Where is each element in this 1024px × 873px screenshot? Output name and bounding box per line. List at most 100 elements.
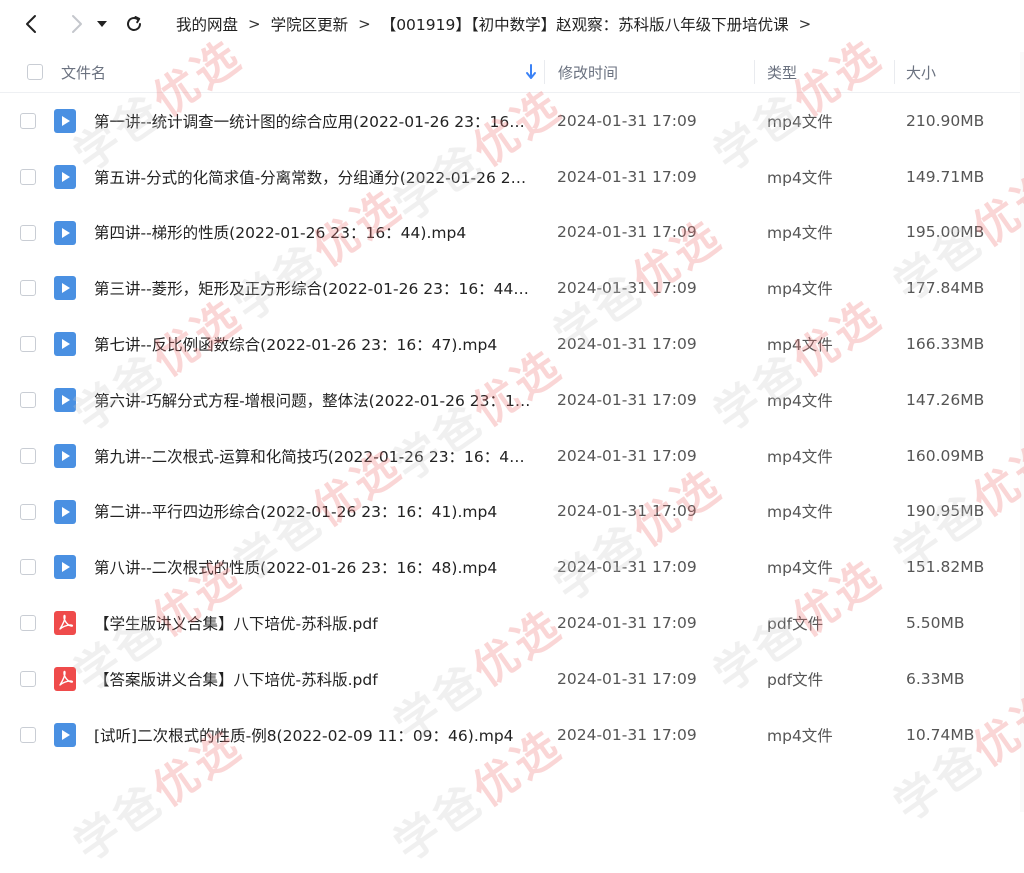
file-name[interactable]: 【学生版讲义合集】八下培优-苏科版.pdf xyxy=(94,595,534,651)
watermark-prefix: 学爸 xyxy=(65,774,174,872)
file-size: 6.33MB xyxy=(906,669,965,688)
breadcrumb-item-college-updates[interactable]: 学院区更新 xyxy=(271,13,349,35)
file-modified-time: 2024-01-31 17:09 xyxy=(557,390,697,409)
file-row[interactable]: 第四讲--梯形的性质(2022-01-26 23：16：44).mp4 2024… xyxy=(0,205,1020,261)
row-checkbox[interactable] xyxy=(20,336,36,353)
row-checkbox[interactable] xyxy=(20,559,36,576)
column-divider[interactable] xyxy=(754,60,755,84)
breadcrumb: 我的网盘 > 学院区更新 > 【001919】【初中数学】赵观察：苏科版八年级下… xyxy=(176,13,821,35)
file-row[interactable]: 第二讲--平行四边形综合(2022-01-26 23：16：41).mp4 20… xyxy=(0,484,1020,540)
file-modified-time: 2024-01-31 17:09 xyxy=(557,725,697,744)
file-type: mp4文件 xyxy=(767,280,833,299)
file-name[interactable]: 第八讲--二次根式的性质(2022-01-26 23：16：48).mp4 xyxy=(94,539,534,595)
forward-button[interactable] xyxy=(60,8,92,40)
video-file-icon xyxy=(54,276,76,301)
file-size: 177.84MB xyxy=(906,279,985,298)
file-modified-time: 2024-01-31 17:09 xyxy=(557,223,697,242)
row-checkbox[interactable] xyxy=(20,447,36,464)
video-file-icon xyxy=(54,555,76,580)
file-type: mp4文件 xyxy=(767,726,833,745)
video-file-icon xyxy=(54,387,76,412)
video-file-icon xyxy=(54,722,76,747)
file-size: 166.33MB xyxy=(906,335,985,354)
video-file-icon xyxy=(54,164,76,189)
column-header-type[interactable]: 类型 xyxy=(767,52,797,92)
chevron-left-icon xyxy=(26,15,36,33)
file-name[interactable]: 第七讲--反比例函数综合(2022-01-26 23：16：47).mp4 xyxy=(94,316,534,372)
column-divider[interactable] xyxy=(894,60,895,84)
file-type: mp4文件 xyxy=(767,336,833,355)
file-type: pdf文件 xyxy=(767,670,824,689)
file-row[interactable]: 第七讲--反比例函数综合(2022-01-26 23：16：47).mp4 20… xyxy=(0,316,1020,372)
file-row[interactable]: 【答案版讲义合集】八下培优-苏科版.pdf 2024-01-31 17:09 p… xyxy=(0,651,1020,707)
file-row[interactable]: 第五讲-分式的化简求值-分离常数，分组通分(2022-01-26 23：16：4… xyxy=(0,149,1020,205)
row-checkbox[interactable] xyxy=(20,726,36,743)
breadcrumb-item-current-folder[interactable]: 【001919】【初中数学】赵观察：苏科版八年级下册培优课 xyxy=(381,13,789,35)
file-size: 151.82MB xyxy=(906,558,985,577)
file-modified-time: 2024-01-31 17:09 xyxy=(557,558,697,577)
file-size: 195.00MB xyxy=(906,223,985,242)
breadcrumb-more-icon[interactable]: > xyxy=(799,15,812,33)
breadcrumb-separator-icon: > xyxy=(248,15,261,33)
watermark-prefix: 学爸 xyxy=(385,774,494,872)
file-size: 5.50MB xyxy=(906,614,965,633)
file-name[interactable]: 第三讲--菱形，矩形及正方形综合(2022-01-26 23：16：44).mp… xyxy=(94,260,534,316)
file-modified-time: 2024-01-31 17:09 xyxy=(557,335,697,354)
file-list-header: 文件名 修改时间 类型 大小 xyxy=(0,52,1020,93)
file-type: pdf文件 xyxy=(767,615,824,634)
row-checkbox[interactable] xyxy=(20,224,36,241)
column-header-name[interactable]: 文件名 xyxy=(61,52,106,92)
file-type: mp4文件 xyxy=(767,447,833,466)
row-checkbox[interactable] xyxy=(20,113,36,129)
row-checkbox[interactable] xyxy=(20,670,36,687)
file-name[interactable]: 第六讲-巧解分式方程-增根问题，整体法(2022-01-26 23：16：46)… xyxy=(94,372,534,428)
file-row[interactable]: 【学生版讲义合集】八下培优-苏科版.pdf 2024-01-31 17:09 p… xyxy=(0,595,1020,651)
select-all-checkbox[interactable] xyxy=(27,64,43,80)
file-row[interactable]: 第六讲-巧解分式方程-增根问题，整体法(2022-01-26 23：16：46)… xyxy=(0,372,1020,428)
file-name[interactable]: 第四讲--梯形的性质(2022-01-26 23：16：44).mp4 xyxy=(94,205,534,261)
file-name[interactable]: 第九讲--二次根式-运算和化简技巧(2022-01-26 23：16：49).m… xyxy=(94,428,534,484)
video-file-icon xyxy=(54,443,76,468)
file-name[interactable]: 第二讲--平行四边形综合(2022-01-26 23：16：41).mp4 xyxy=(94,484,534,540)
file-type: mp4文件 xyxy=(767,559,833,578)
file-size: 160.09MB xyxy=(906,446,985,465)
breadcrumb-separator-icon: > xyxy=(358,15,371,33)
file-modified-time: 2024-01-31 17:09 xyxy=(557,669,697,688)
file-row[interactable]: 第八讲--二次根式的性质(2022-01-26 23：16：48).mp4 20… xyxy=(0,539,1020,595)
file-list: 第一讲--统计调查一统计图的综合应用(2022-01-26 23：16：43).… xyxy=(0,93,1020,763)
file-modified-time: 2024-01-31 17:09 xyxy=(557,111,697,130)
file-modified-time: 2024-01-31 17:09 xyxy=(557,446,697,465)
row-checkbox[interactable] xyxy=(20,503,36,520)
file-type: mp4文件 xyxy=(767,503,833,522)
caret-down-icon xyxy=(97,21,107,27)
history-dropdown-button[interactable] xyxy=(92,8,112,40)
file-name[interactable]: [试听]二次根式的性质-例8(2022-02-09 11：09：46).mp4 xyxy=(94,707,534,763)
pdf-file-icon xyxy=(54,611,76,636)
video-file-icon xyxy=(54,109,76,133)
file-row[interactable]: 第九讲--二次根式-运算和化简技巧(2022-01-26 23：16：49).m… xyxy=(0,428,1020,484)
back-button[interactable] xyxy=(16,8,48,40)
file-row[interactable]: [试听]二次根式的性质-例8(2022-02-09 11：09：46).mp4 … xyxy=(0,707,1020,763)
row-checkbox[interactable] xyxy=(20,280,36,297)
video-file-icon xyxy=(54,332,76,357)
row-checkbox[interactable] xyxy=(20,615,36,632)
column-header-size[interactable]: 大小 xyxy=(906,52,936,92)
scrollbar[interactable] xyxy=(1020,52,1024,812)
sort-descending-icon[interactable] xyxy=(525,64,537,80)
file-size: 10.74MB xyxy=(906,725,975,744)
file-name[interactable]: 第五讲-分式的化简求值-分离常数，分组通分(2022-01-26 23：16：4… xyxy=(94,149,534,205)
refresh-icon xyxy=(127,16,141,31)
column-divider[interactable] xyxy=(544,60,545,84)
file-name[interactable]: 第一讲--统计调查一统计图的综合应用(2022-01-26 23：16：43).… xyxy=(94,93,534,149)
refresh-button[interactable] xyxy=(118,8,150,40)
file-name[interactable]: 【答案版讲义合集】八下培优-苏科版.pdf xyxy=(94,651,534,707)
row-checkbox[interactable] xyxy=(20,391,36,408)
file-size: 210.90MB xyxy=(906,111,985,130)
file-type: mp4文件 xyxy=(767,391,833,410)
column-header-modified[interactable]: 修改时间 xyxy=(558,52,618,92)
pdf-file-icon xyxy=(54,666,76,691)
file-row[interactable]: 第一讲--统计调查一统计图的综合应用(2022-01-26 23：16：43).… xyxy=(0,93,1020,149)
file-row[interactable]: 第三讲--菱形，矩形及正方形综合(2022-01-26 23：16：44).mp… xyxy=(0,260,1020,316)
breadcrumb-item-my-drive[interactable]: 我的网盘 xyxy=(176,13,238,35)
row-checkbox[interactable] xyxy=(20,168,36,185)
